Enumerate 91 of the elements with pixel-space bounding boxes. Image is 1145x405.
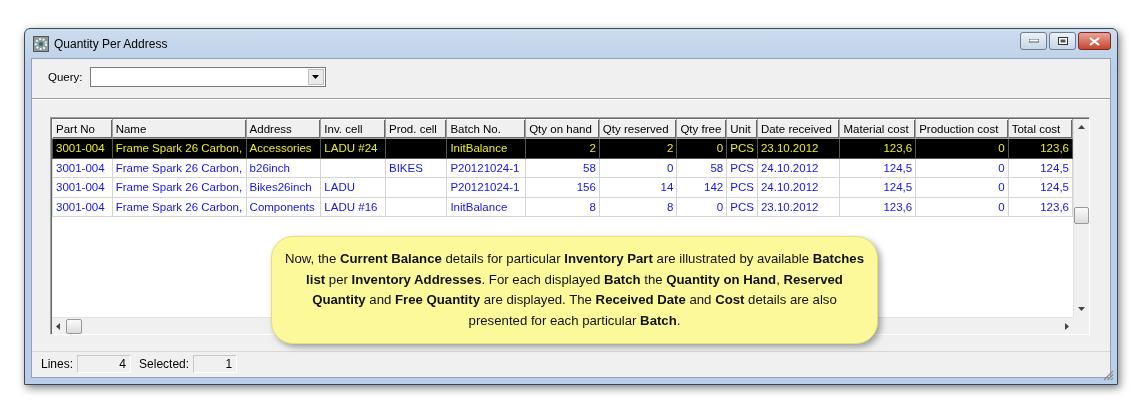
table-cell: 8 [589, 200, 596, 213]
table-cell: PCS [730, 161, 754, 174]
column-header[interactable]: Material cost [840, 119, 916, 139]
table-cell: 0 [667, 161, 674, 174]
table-cell: 124,5 [1040, 181, 1069, 194]
scroll-down-icon[interactable] [1078, 307, 1085, 311]
table-cell: Bikes26inch [249, 181, 312, 194]
table-cell: b26inch [249, 161, 290, 174]
table-cell: 156 [576, 181, 596, 194]
query-dropdown[interactable] [89, 67, 326, 87]
resize-grip-icon[interactable] [1103, 370, 1114, 381]
table-cell: 0 [716, 142, 724, 155]
table-cell: PCS [730, 142, 754, 155]
selected-row[interactable]: 3001-004 Frame Spark 26 Carbon, Accessories LADU #24 InitBalance 2 2 0 PCS 23.10.2012 123,6 0 123,6 [52, 138, 1073, 158]
table-cell: 123,6 [1040, 142, 1069, 155]
scroll-right-icon[interactable] [1065, 322, 1069, 330]
table-cell: 124,5 [1040, 161, 1069, 174]
table-cell: 123,6 [883, 142, 913, 155]
table-cell: PCS [730, 200, 754, 213]
table-cell: BIKES [388, 161, 423, 174]
table-cell: 123,6 [1040, 200, 1069, 213]
table-cell: 8 [667, 200, 674, 213]
column-header[interactable]: Date received [757, 119, 840, 139]
table-cell: Frame Spark 26 Carbon, [115, 181, 243, 194]
column-header[interactable]: Production cost [915, 119, 1009, 139]
table-cell: 124,5 [883, 181, 913, 194]
table-cell: 0 [998, 200, 1005, 213]
status-label: Selected: [139, 357, 190, 371]
table-cell: 0 [998, 161, 1005, 174]
table-cell: 123,6 [883, 200, 913, 213]
table-cell: 14 [660, 181, 674, 194]
table-cell: P20121024-1 [450, 161, 520, 174]
table-cell: PCS [730, 181, 754, 194]
table-cell: InitBalance [450, 200, 508, 213]
minimize-button[interactable] [1020, 32, 1047, 50]
column-header[interactable]: Batch No. [446, 119, 526, 139]
status-label: Lines: [41, 357, 74, 371]
table-cell: 0 [998, 181, 1005, 194]
table-cell: LADU #24 [324, 142, 378, 155]
scrollbar-thumb[interactable] [1074, 207, 1089, 224]
table-cell: 2 [667, 142, 674, 155]
column-header[interactable]: Total cost [1008, 119, 1073, 139]
table-cell: Frame Spark 26 Carbon, [115, 200, 243, 213]
table-cell: 2 [589, 142, 596, 155]
table-cell: 23.10.2012 [760, 200, 819, 213]
column-header[interactable]: Inv. cell [320, 119, 386, 139]
column-header[interactable]: Address [246, 119, 321, 139]
query-label: Query: [48, 71, 83, 83]
table-cell: 23.10.2012 [760, 142, 819, 155]
table-cell: 3001-004 [56, 161, 105, 174]
column-header[interactable]: Qty on hand [525, 119, 600, 139]
dropdown-arrow-icon [312, 75, 319, 79]
minimize-icon [1028, 39, 1039, 43]
scroll-left-icon[interactable] [56, 322, 60, 330]
gear-icon [33, 35, 49, 52]
table-cell: 0 [716, 200, 724, 213]
column-header[interactable]: Name [112, 119, 247, 139]
table-cell: P20121024-1 [450, 181, 520, 194]
table-cell: Frame Spark 26 Carbon, [115, 142, 243, 155]
table-cell: 142 [704, 181, 724, 194]
restore-icon [1057, 37, 1068, 45]
column-header[interactable]: Part No [52, 119, 113, 139]
column-header[interactable]: Unit [726, 119, 758, 139]
table-cell: 24.10.2012 [760, 181, 819, 194]
table-cell: LADU #16 [324, 200, 378, 213]
table-cell: 24.10.2012 [760, 161, 819, 174]
table-cell: 58 [710, 161, 724, 174]
table-cell: 3001-004 [56, 200, 105, 213]
table-cell: LADU [324, 181, 356, 194]
table-cell: 3001-004 [56, 181, 105, 194]
table-cell: Frame Spark 26 Carbon, [115, 161, 243, 174]
scrollbar-thumb[interactable] [66, 318, 82, 334]
status-count: 1 [193, 355, 238, 373]
table-cell: Accessories [249, 142, 312, 155]
maximize-button[interactable] [1049, 32, 1076, 50]
table-cell: 0 [998, 142, 1005, 155]
table-cell: InitBalance [450, 142, 508, 155]
column-header[interactable]: Qty free [676, 119, 727, 139]
close-button[interactable] [1078, 32, 1111, 50]
table-cell: 58 [583, 161, 596, 174]
table-cell: Components [249, 200, 315, 213]
table-cell: 3001-004 [56, 142, 105, 155]
callout-text: Now, the Current Balance details for particular Inventory Part are illustrated by available Batches list per Inventory Addresses. For each displayed Batch the Quantity on Hand, Reserved Quantity and Free Quantity are displayed. The Received Date and Cost details are also presented for each particular Batch. [284, 250, 865, 330]
status-count: 4 [77, 355, 132, 373]
column-header[interactable]: Qty reserved [599, 119, 677, 139]
close-icon [1089, 36, 1100, 46]
window-title: Quantity Per Address [54, 36, 169, 51]
column-header[interactable]: Prod. cell [385, 119, 447, 139]
vertical-scrollbar[interactable] [1073, 119, 1089, 317]
scroll-up-icon[interactable] [1078, 125, 1085, 129]
table-cell: 124,5 [883, 161, 913, 174]
